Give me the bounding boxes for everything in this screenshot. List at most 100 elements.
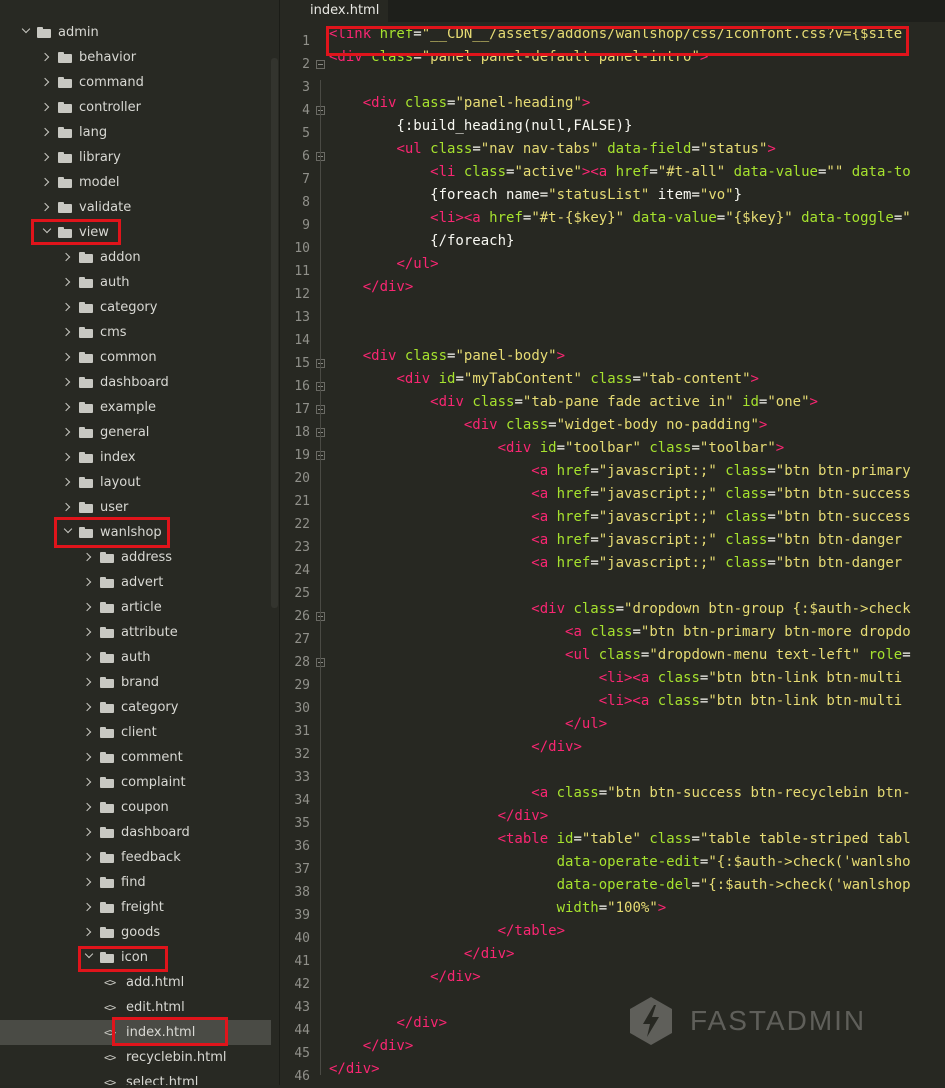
chevron-right-icon[interactable] — [84, 545, 96, 570]
code-line[interactable]: <div id="myTabContent" class="tab-conten… — [329, 368, 759, 391]
chevron-right-icon[interactable] — [84, 720, 96, 745]
chevron-down-icon[interactable] — [21, 20, 33, 45]
tree-folder[interactable]: model — [0, 170, 271, 195]
tree-folder[interactable]: category — [0, 695, 271, 720]
tree-folder[interactable]: client — [0, 720, 271, 745]
code-line[interactable]: {foreach name="statusList" item="vo"} — [329, 184, 742, 207]
chevron-right-icon[interactable] — [42, 170, 54, 195]
code-line[interactable]: <a href="javascript:;" class="btn btn-su… — [329, 506, 910, 529]
code-line[interactable]: </table> — [329, 920, 565, 943]
chevron-right-icon[interactable] — [84, 595, 96, 620]
code-line[interactable]: <a href="javascript:;" class="btn btn-da… — [329, 529, 911, 552]
code-line[interactable]: {:build_heading(null,FALSE)} — [329, 115, 632, 138]
tree-folder[interactable]: index — [0, 445, 271, 470]
code-line[interactable]: <div class="dropdown btn-group {:$auth->… — [329, 598, 910, 621]
code-line[interactable]: <li><a href="#t-{$key}" data-value="{$ke… — [329, 207, 911, 230]
chevron-right-icon[interactable] — [84, 845, 96, 870]
chevron-right-icon[interactable] — [84, 670, 96, 695]
chevron-right-icon[interactable] — [63, 245, 75, 270]
chevron-right-icon[interactable] — [42, 145, 54, 170]
chevron-right-icon[interactable] — [84, 795, 96, 820]
chevron-right-icon[interactable] — [63, 395, 75, 420]
tree-folder[interactable]: brand — [0, 670, 271, 695]
chevron-right-icon[interactable] — [84, 895, 96, 920]
tree-folder[interactable]: comment — [0, 745, 271, 770]
code-line[interactable]: <a href="javascript:;" class="btn btn-da… — [329, 552, 911, 575]
chevron-right-icon[interactable] — [63, 470, 75, 495]
chevron-right-icon[interactable] — [84, 920, 96, 945]
tree-folder[interactable]: complaint — [0, 770, 271, 795]
tree-folder[interactable]: dashboard — [0, 370, 271, 395]
tree-folder[interactable]: coupon — [0, 795, 271, 820]
chevron-right-icon[interactable] — [84, 645, 96, 670]
code-line[interactable]: data-operate-del="{:$auth->check('wanlsh… — [329, 874, 911, 897]
tree-folder[interactable]: lang — [0, 120, 271, 145]
code-line[interactable]: width="100%"> — [329, 897, 667, 920]
tree-folder[interactable]: goods — [0, 920, 271, 945]
tree-folder[interactable]: auth — [0, 645, 271, 670]
tree-folder[interactable]: freight — [0, 895, 271, 920]
tree-folder[interactable]: feedback — [0, 845, 271, 870]
tree-folder[interactable]: category — [0, 295, 271, 320]
code-line[interactable]: </ul> — [329, 253, 438, 276]
tree-folder[interactable]: article — [0, 595, 271, 620]
code-line[interactable]: </div> — [329, 943, 515, 966]
code-line[interactable]: <li><a class="btn btn-link btn-multi — [329, 690, 911, 713]
code-line[interactable]: <a href="javascript:;" class="btn btn-su… — [329, 483, 910, 506]
code-line[interactable]: <div class="panel-heading"> — [329, 92, 591, 115]
code-line[interactable]: <div class="widget-body no-padding"> — [329, 414, 767, 437]
tree-folder[interactable]: find — [0, 870, 271, 895]
code-line[interactable]: <a href="javascript:;" class="btn btn-pr… — [329, 460, 910, 483]
chevron-right-icon[interactable] — [42, 45, 54, 70]
code-line[interactable]: <div class="panel-body"> — [329, 345, 565, 368]
code-line[interactable]: </div> — [329, 805, 549, 828]
tree-folder[interactable]: command — [0, 70, 271, 95]
chevron-right-icon[interactable] — [63, 445, 75, 470]
code-line[interactable]: <li><a class="btn btn-link btn-multi — [329, 667, 911, 690]
chevron-right-icon[interactable] — [42, 95, 54, 120]
tree-folder[interactable]: dashboard — [0, 820, 271, 845]
tree-file[interactable]: <> recyclebin.html — [0, 1045, 271, 1070]
tree-file[interactable]: <> add.html — [0, 970, 271, 995]
tree-folder[interactable]: general — [0, 420, 271, 445]
code-line[interactable]: {/foreach} — [329, 230, 514, 253]
tree-folder[interactable]: controller — [0, 95, 271, 120]
code-line[interactable]: </div> — [329, 1058, 380, 1081]
chevron-right-icon[interactable] — [84, 770, 96, 795]
code-line[interactable]: <a class="btn btn-success btn-recyclebin… — [329, 782, 910, 805]
chevron-right-icon[interactable] — [84, 870, 96, 895]
code-line[interactable]: </div> — [329, 736, 582, 759]
chevron-right-icon[interactable] — [84, 820, 96, 845]
fold-toggle-icon[interactable] — [316, 60, 325, 69]
chevron-right-icon[interactable] — [63, 295, 75, 320]
chevron-right-icon[interactable] — [42, 195, 54, 220]
chevron-right-icon[interactable] — [42, 120, 54, 145]
code-line[interactable]: </ul> — [329, 713, 607, 736]
tree-folder[interactable]: behavior — [0, 45, 271, 70]
tree-folder[interactable]: auth — [0, 270, 271, 295]
code-line[interactable]: </div> — [329, 1035, 414, 1058]
chevron-right-icon[interactable] — [84, 695, 96, 720]
chevron-right-icon[interactable] — [63, 320, 75, 345]
chevron-right-icon[interactable] — [63, 270, 75, 295]
code-line[interactable]: </div> — [329, 1012, 447, 1035]
tree-folder[interactable]: admin — [0, 20, 271, 45]
tree-file[interactable]: <> select.html — [0, 1070, 271, 1085]
tree-folder[interactable]: common — [0, 345, 271, 370]
tree-folder[interactable]: library — [0, 145, 271, 170]
code-line[interactable]: <li class="active"><a href="#t-all" data… — [329, 161, 911, 184]
code-line[interactable]: </div> — [329, 966, 481, 989]
chevron-right-icon[interactable] — [84, 620, 96, 645]
tree-folder[interactable]: attribute — [0, 620, 271, 645]
tree-folder[interactable]: advert — [0, 570, 271, 595]
chevron-right-icon[interactable] — [63, 370, 75, 395]
code-line[interactable]: data-operate-edit="{:$auth->check('wanls… — [329, 851, 911, 874]
code-line[interactable]: <div class="tab-pane fade active in" id=… — [329, 391, 818, 414]
chevron-right-icon[interactable] — [63, 345, 75, 370]
tree-folder[interactable]: validate — [0, 195, 271, 220]
chevron-right-icon[interactable] — [63, 420, 75, 445]
code-line[interactable]: </div> — [329, 276, 414, 299]
tree-folder[interactable]: cms — [0, 320, 271, 345]
code-line[interactable]: <ul class="nav nav-tabs" data-field="sta… — [329, 138, 775, 161]
code-line[interactable]: <ul class = "dropdown-menu text-left" role… — [329, 644, 911, 667]
